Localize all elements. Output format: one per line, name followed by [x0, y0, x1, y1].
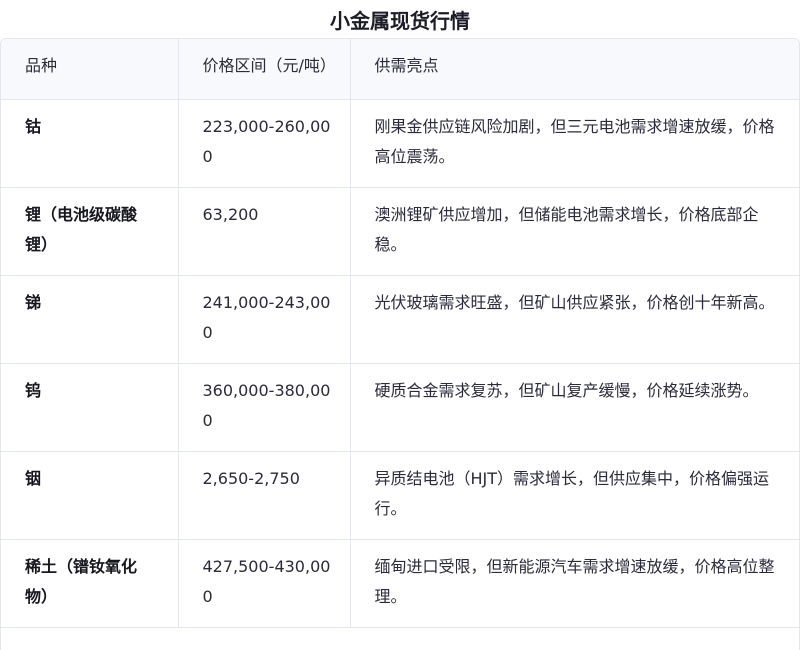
cell-variety: 锑 [1, 275, 179, 364]
cell-variety: 铟 [1, 451, 179, 540]
column-header-highlight: 供需亮点 [350, 39, 799, 100]
cell-price-range: 241,000-243,000 [178, 275, 351, 364]
table-row: 锑 241,000-243,000 光伏玻璃需求旺盛，但矿山供应紧张，价格创十年… [1, 275, 799, 364]
column-header-price-range: 价格区间（元/吨） [178, 39, 351, 100]
table-row: 锂（电池级碳酸锂） 63,200 澳洲锂矿供应增加，但储能电池需求增长，价格底部… [1, 187, 799, 276]
cell-price-range: 427,500-430,000 [178, 539, 351, 628]
price-table: 品种 价格区间（元/吨） 供需亮点 钴 223,000-260,000 刚果金供… [1, 39, 799, 628]
table-row: 稀土（镨钕氧化物） 427,500-430,000 缅甸进口受限，但新能源汽车需… [1, 539, 799, 628]
page-title: 小金属现货行情 [330, 9, 470, 33]
cell-price-range: 360,000-380,000 [178, 363, 351, 452]
table-row: 钨 360,000-380,000 硬质合金需求复苏，但矿山复产缓慢，价格延续涨… [1, 363, 799, 452]
cell-highlight: 刚果金供应链风险加剧，但三元电池需求增速放缓，价格高位震荡。 [350, 99, 799, 188]
column-header-variety: 品种 [1, 39, 179, 100]
cell-highlight: 硬质合金需求复苏，但矿山复产缓慢，价格延续涨势。 [350, 363, 799, 452]
cell-highlight: 异质结电池（HJT）需求增长，但供应集中，价格偏强运行。 [350, 451, 799, 540]
cell-variety: 钨 [1, 363, 179, 452]
table-row: 钴 223,000-260,000 刚果金供应链风险加剧，但三元电池需求增速放缓… [1, 99, 799, 188]
cell-highlight: 澳洲锂矿供应增加，但储能电池需求增长，价格底部企稳。 [350, 187, 799, 276]
cell-variety: 钴 [1, 99, 179, 188]
cell-variety: 锂（电池级碳酸锂） [1, 187, 179, 276]
cell-highlight: 缅甸进口受限，但新能源汽车需求增速放缓，价格高位整理。 [350, 539, 799, 628]
price-table-container: 品种 价格区间（元/吨） 供需亮点 钴 223,000-260,000 刚果金供… [0, 38, 800, 650]
cell-price-range: 63,200 [178, 187, 351, 276]
table-row: 铟 2,650-2,750 异质结电池（HJT）需求增长，但供应集中，价格偏强运… [1, 451, 799, 540]
cell-highlight: 光伏玻璃需求旺盛，但矿山供应紧张，价格创十年新高。 [350, 275, 799, 364]
table-header-row: 品种 价格区间（元/吨） 供需亮点 [1, 39, 799, 100]
cell-variety: 稀土（镨钕氧化物） [1, 539, 179, 628]
cell-price-range: 2,650-2,750 [178, 451, 351, 540]
cell-price-range: 223,000-260,000 [178, 99, 351, 188]
